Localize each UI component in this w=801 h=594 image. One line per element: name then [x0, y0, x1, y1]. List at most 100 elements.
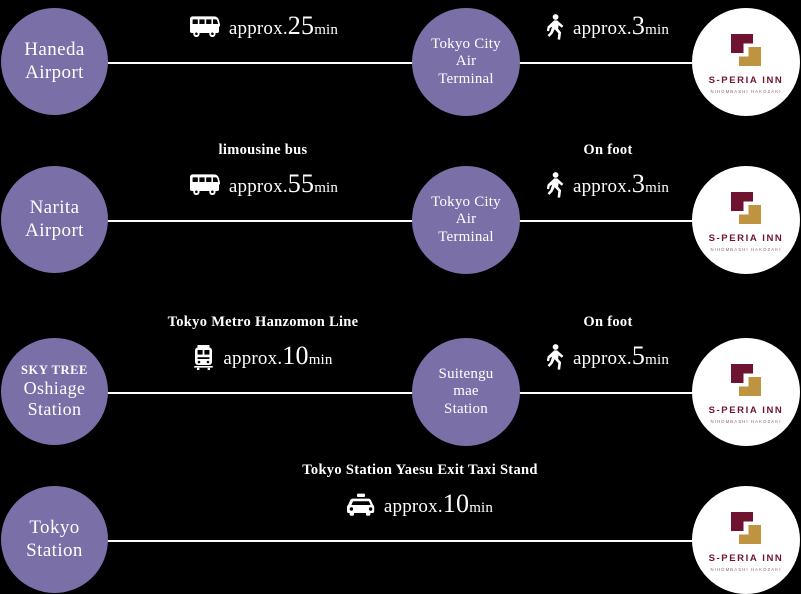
duration-unit: min: [645, 22, 670, 38]
duration-value: 55: [287, 169, 315, 198]
duration-approx: approx.: [383, 496, 443, 517]
leg-title: limousine bus: [108, 0, 418, 1]
speria-logo-mark-icon: [727, 361, 765, 399]
transfer-label-line: Terminal: [438, 228, 494, 245]
transfer-node-tokyo-city-air-terminal[interactable]: Tokyo City Air Terminal: [412, 8, 520, 116]
duration-value: 3: [631, 11, 646, 40]
leg-on-foot: On foot approx.3min: [524, 142, 692, 198]
rail-segment-left: [96, 62, 426, 64]
speria-inn-logo: S-PERIA INN NIHOMBASHI HAKOZAKI: [709, 189, 784, 252]
destination-node-speria-inn[interactable]: S-PERIA INN NIHOMBASHI HAKOZAKI: [692, 486, 800, 594]
brand-name: S-PERIA INN: [708, 404, 784, 416]
leg-title: Tokyo Metro Hanzomon Line: [167, 314, 359, 330]
origin-label-line: Oshiage: [23, 378, 86, 399]
destination-node-speria-inn[interactable]: S-PERIA INN NIHOMBASHI HAKOZAKI: [692, 166, 800, 274]
pedestrian-icon: [546, 343, 564, 370]
leg-on-foot: On foot approx. 5 min: [524, 314, 692, 370]
origin-node-tokyo-station[interactable]: Tokyo Station: [1, 486, 108, 593]
train-icon: [193, 344, 214, 370]
duration-approx: approx.: [228, 18, 288, 39]
speria-logo-mark-icon: [727, 189, 765, 227]
duration-text: approx. 10 min: [223, 343, 332, 370]
route-row: Haneda Airport limousine bus: [0, 0, 801, 124]
leg-duration: approx. 10 min: [108, 343, 418, 370]
access-route-chart: Haneda Airport limousine bus: [0, 0, 801, 594]
brand-subtitle: NIHOMBASHI HAKOZAKI: [710, 246, 782, 252]
leg-duration: approx. 25 min: [108, 13, 418, 40]
transfer-label-line: Station: [444, 400, 488, 417]
duration-unit: min: [645, 352, 670, 368]
transfer-node-tokyo-city-air-terminal[interactable]: Tokyo City Air Terminal: [412, 166, 520, 274]
duration-unit: min: [469, 500, 494, 516]
brand-subtitle: NIHOMBASHI HAKOZAKI: [710, 418, 782, 424]
leg-title: limousine bus: [218, 142, 308, 158]
duration-text: approx. 3 min: [573, 13, 669, 40]
duration-value: 25: [287, 11, 315, 40]
leg-on-foot: On foot approx.3min: [524, 0, 692, 40]
taxi-icon: [346, 493, 375, 517]
brand-name: S-PERIA INN: [708, 74, 784, 86]
origin-node-narita-airport[interactable]: Narita Airport: [1, 166, 108, 273]
duration-text: approx. 3 min: [573, 171, 669, 198]
duration-text: approx. 5 min: [573, 343, 669, 370]
pedestrian-icon: [546, 13, 564, 40]
leg-limousine-bus: limousine bus app: [108, 142, 418, 198]
duration-approx: approx.: [223, 348, 283, 369]
duration-approx: approx.: [572, 348, 632, 369]
duration-value: 5: [631, 341, 646, 370]
leg-title: On foot: [583, 142, 633, 158]
duration-value: 10: [442, 489, 470, 518]
duration-text: approx. 55 min: [229, 171, 338, 198]
origin-label-line: Tokyo: [29, 517, 80, 539]
speria-inn-logo: S-PERIA INN NIHOMBASHI HAKOZAKI: [709, 31, 784, 94]
leg-duration: approx. 5 min: [524, 343, 692, 370]
route-row: Tokyo Station Tokyo Station Yaesu Exit T…: [0, 462, 801, 594]
rail-segment-full: [96, 540, 738, 542]
transfer-node-suitengumae-station[interactable]: Suitengu mae Station: [412, 338, 520, 446]
destination-node-speria-inn[interactable]: S-PERIA INN NIHOMBASHI HAKOZAKI: [692, 8, 800, 116]
transfer-label-line: Tokyo City: [431, 193, 501, 210]
transfer-label-line: Terminal: [438, 70, 494, 87]
duration-approx: approx.: [572, 176, 632, 197]
leg-tokyo-metro-hanzomon-line: Tokyo Metro Hanzomon Line approx. 10 min: [108, 314, 418, 370]
transfer-label-line: mae: [453, 383, 479, 400]
destination-node-speria-inn[interactable]: S-PERIA INN NIHOMBASHI HAKOZAKI: [692, 338, 800, 446]
leg-title: Tokyo Station Yaesu Exit Taxi Stand: [302, 462, 538, 478]
duration-approx: approx.: [572, 18, 632, 39]
duration-value: 3: [631, 169, 646, 198]
origin-label-line: Airport: [25, 219, 84, 241]
origin-label-line: Station: [27, 399, 82, 420]
leg-duration: approx. 55 min: [108, 171, 418, 198]
leg-duration: approx. 10 min: [110, 491, 730, 518]
duration-value: 10: [282, 341, 309, 370]
leg-title: On foot: [524, 0, 692, 1]
bus-icon: [188, 173, 220, 197]
origin-kicker-label: SKY TREE: [21, 362, 88, 377]
speria-inn-logo: S-PERIA INN NIHOMBASHI HAKOZAKI: [709, 509, 784, 572]
speria-inn-logo: S-PERIA INN NIHOMBASHI HAKOZAKI: [709, 361, 784, 424]
brand-name: S-PERIA INN: [708, 552, 784, 564]
brand-subtitle: NIHOMBASHI HAKOZAKI: [710, 88, 782, 94]
brand-name: S-PERIA INN: [708, 232, 784, 244]
route-row: Narita Airport limousine bus approx. 55 …: [0, 142, 801, 282]
duration-unit: min: [308, 352, 333, 368]
route-row: SKY TREE Oshiage Station Tokyo Metro Han…: [0, 314, 801, 454]
duration-unit: min: [645, 180, 670, 196]
rail-segment-left: [96, 220, 426, 222]
origin-label-line: Haneda: [24, 39, 85, 61]
leg-duration: approx. 3 min: [524, 171, 692, 198]
duration-approx: approx.: [228, 176, 288, 197]
origin-node-oshiage-station[interactable]: SKY TREE Oshiage Station: [1, 338, 108, 445]
leg-title: On foot: [583, 314, 633, 330]
speria-logo-mark-icon: [727, 31, 765, 69]
origin-node-haneda-airport[interactable]: Haneda Airport: [1, 8, 108, 115]
speria-logo-mark-icon: [727, 509, 765, 547]
rail-segment-left: [96, 392, 426, 394]
duration-text: approx. 25 min: [229, 13, 338, 40]
transfer-label-line: Air: [455, 211, 477, 228]
duration-text: approx. 10 min: [384, 491, 493, 518]
transfer-label-line: Air: [455, 53, 477, 70]
leg-limousine-bus: limousine bus app: [108, 0, 418, 40]
pedestrian-icon: [546, 171, 564, 198]
transfer-label-line: Tokyo City: [431, 35, 501, 52]
